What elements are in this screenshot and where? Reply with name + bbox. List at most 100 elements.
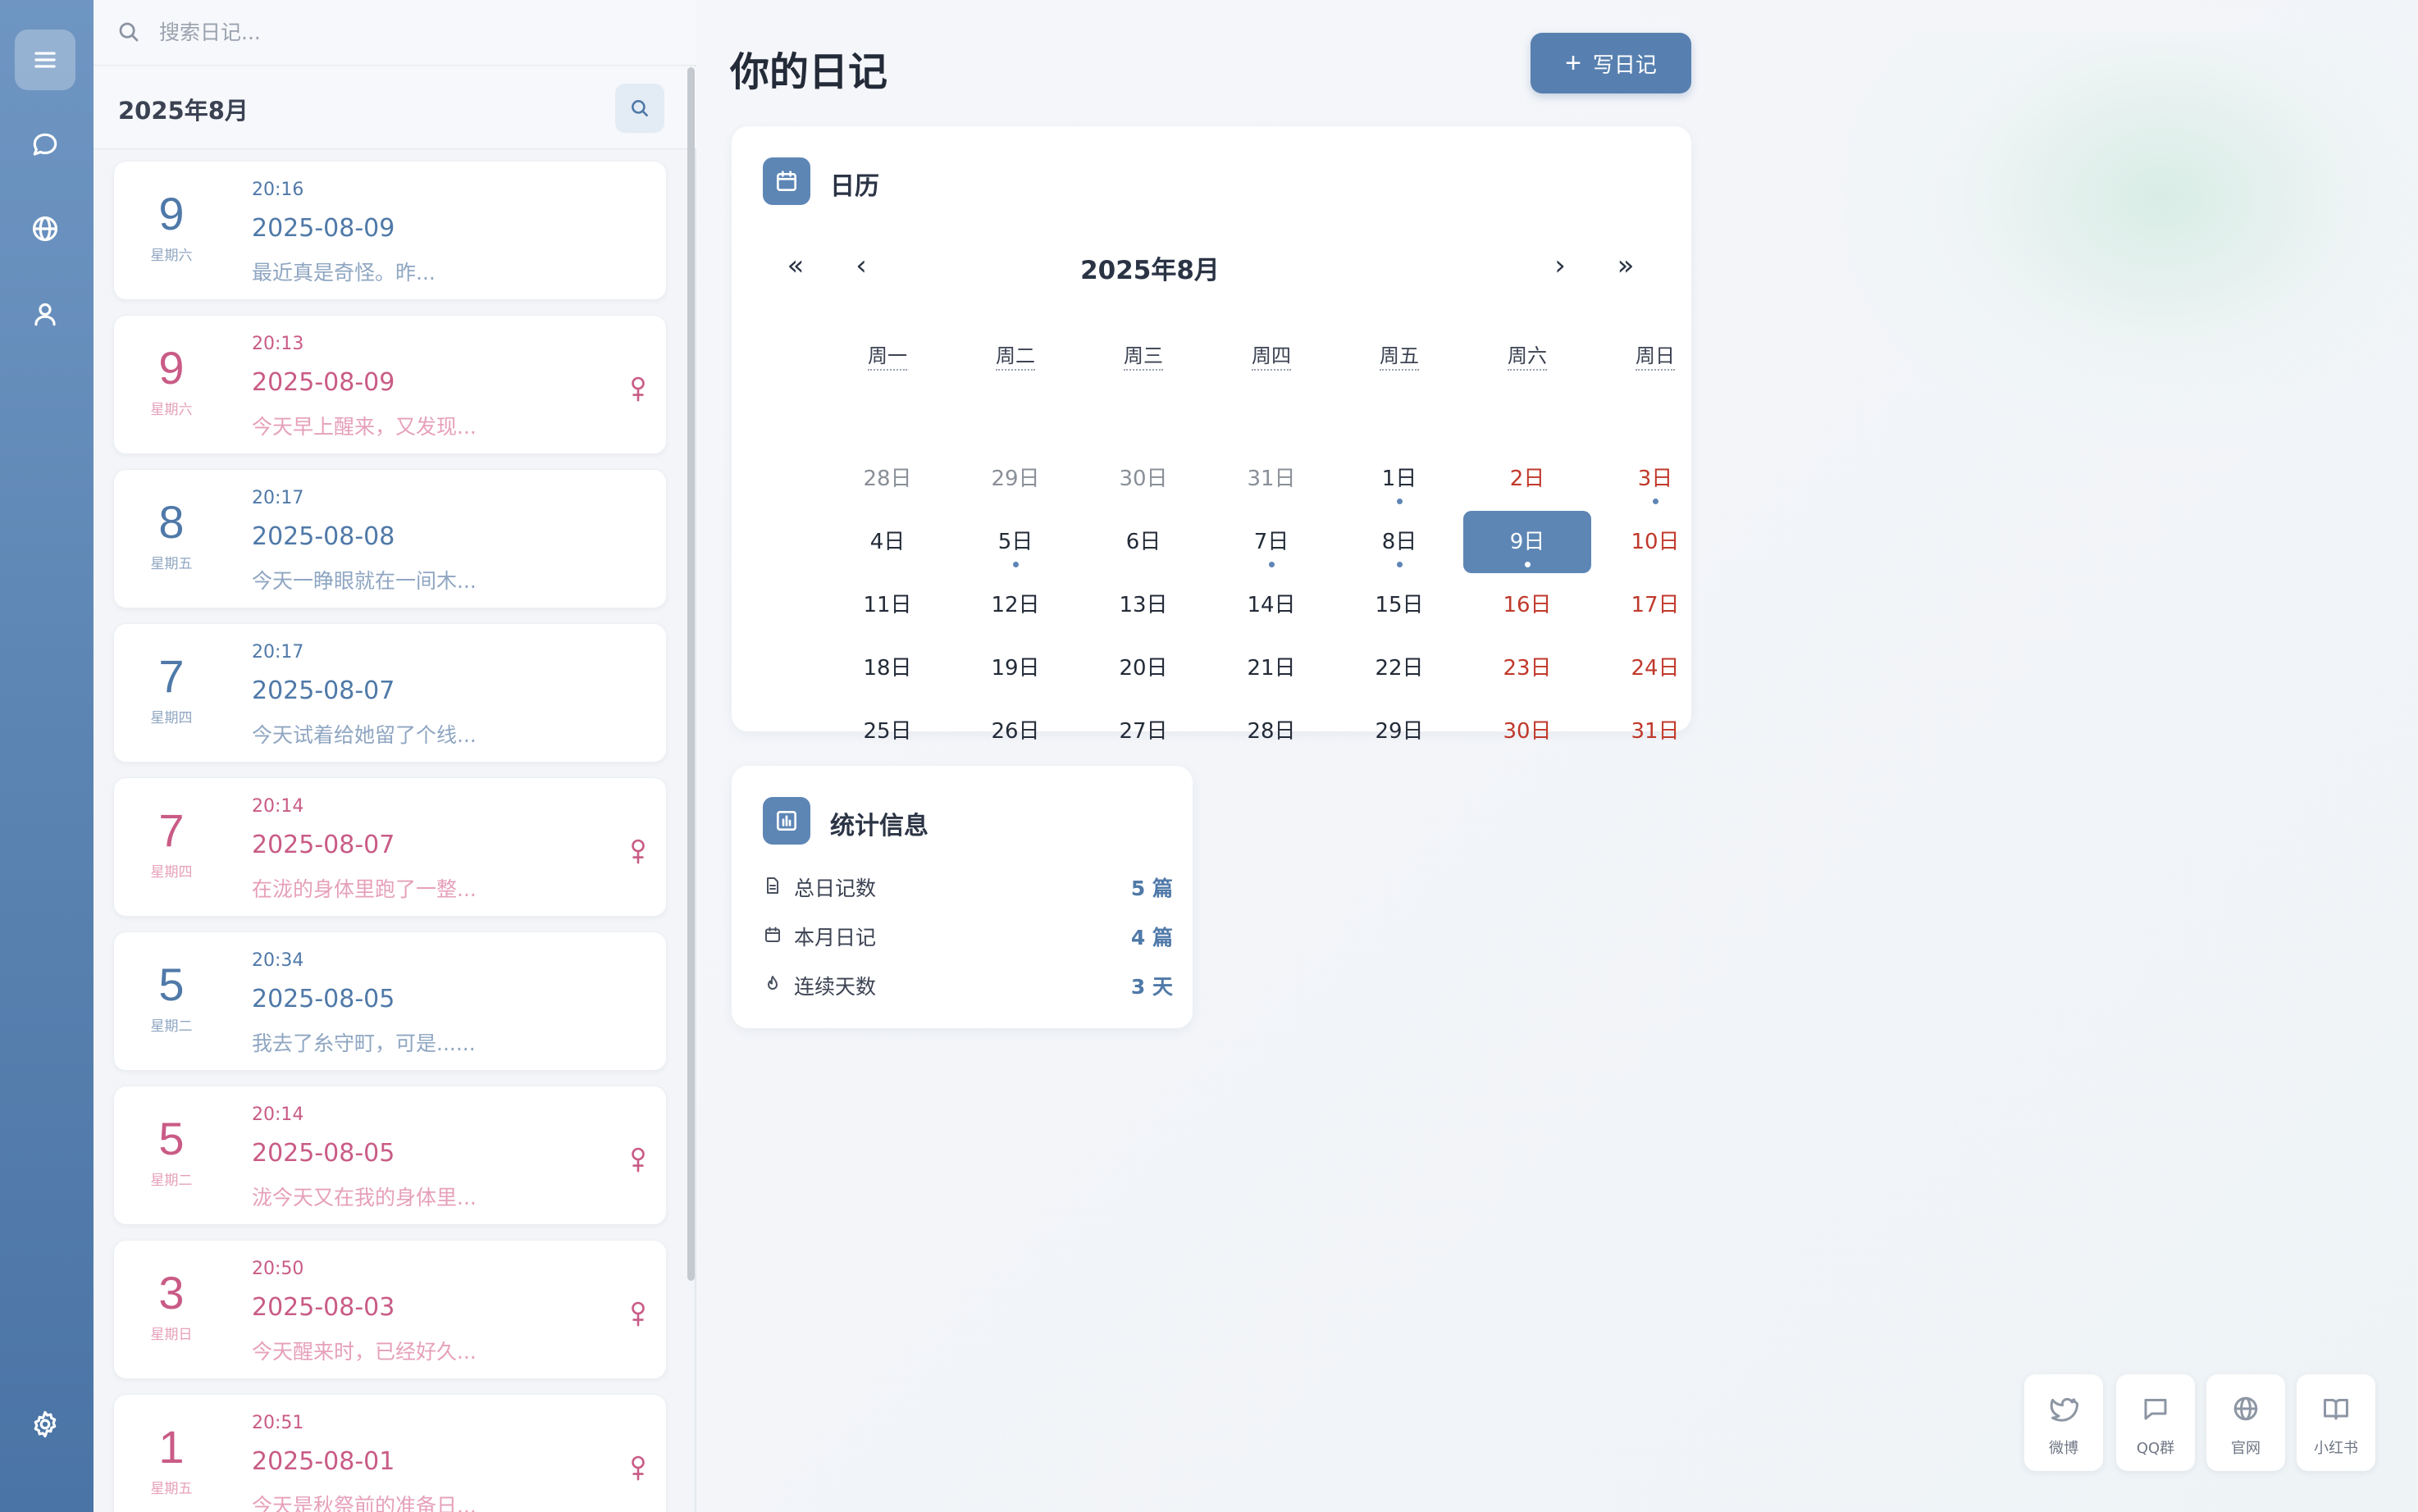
entry-weekday: 星期四 [150,864,193,881]
calendar-day[interactable]: 20日 [1079,637,1207,699]
calendar-day[interactable]: 28日 [823,448,951,510]
entry-date: 2025-08-09 [252,214,395,243]
calendar-day[interactable]: 7日 [1207,511,1335,573]
xiaohongshu-button[interactable]: 小红书 [2297,1374,2375,1471]
social-label: 官网 [2231,1440,2261,1457]
day-label: 24日 [1631,656,1680,681]
calendar-day[interactable]: 31日 [1207,448,1335,510]
day-label: 21日 [1247,656,1296,681]
calendar-badge [763,157,810,205]
calendar-day[interactable]: 21日 [1207,637,1335,699]
calendar-day[interactable]: 15日 [1335,574,1463,636]
calendar-day[interactable]: 16日 [1463,574,1591,636]
day-label: 14日 [1247,593,1296,617]
chat-nav-button[interactable] [15,115,75,175]
entry-time: 20:16 [252,180,304,200]
explore-nav-button[interactable] [15,198,75,259]
calendar-day[interactable]: 8日 [1335,511,1463,573]
stat-label: 连续天数 [794,975,877,999]
entry-day: 7 [158,804,185,856]
stats-badge [763,797,810,845]
diary-entry-card[interactable]: 7 星期四 20:14 2025-08-07 在泷的身体里跑了一整... [113,777,667,917]
female-icon [627,837,649,865]
calendar-day[interactable]: 24日 [1591,637,1719,699]
calendar-day[interactable]: 17日 [1591,574,1719,636]
diary-entry-card[interactable]: 9 星期六 20:16 2025-08-09 最近真是奇怪。昨... [113,161,667,300]
entry-day: 5 [158,959,185,1010]
write-diary-button[interactable]: + 写日记 [1531,33,1691,93]
next-year-button[interactable]: » [1609,249,1642,282]
diary-entry-card[interactable]: 5 星期二 20:34 2025-08-05 我去了糸守町，可是...... [113,931,667,1071]
diary-entry-card[interactable]: 8 星期五 20:17 2025-08-08 今天一睁眼就在一间木... [113,469,667,608]
calendar-day[interactable]: 26日 [951,700,1079,763]
calendar-day[interactable]: 29日 [1335,700,1463,763]
calendar-day[interactable]: 23日 [1463,637,1591,699]
diary-entry-card[interactable]: 9 星期六 20:13 2025-08-09 今天早上醒来，又发现... [113,315,667,454]
calendar-day[interactable]: 13日 [1079,574,1207,636]
day-label: 29日 [991,467,1040,491]
calendar-day[interactable]: 29日 [951,448,1079,510]
book-icon [2324,1399,2348,1420]
stats-card: 统计信息 总日记数 5 篇 本月日记 4 篇 连续天数 3 天 [732,766,1193,1028]
entry-snippet: 在泷的身体里跑了一整... [252,877,477,901]
scrollbar-thumb[interactable] [687,67,695,1281]
settings-button[interactable] [15,1394,75,1455]
calendar-day[interactable]: 22日 [1335,637,1463,699]
entry-time: 20:14 [252,796,304,817]
calendar-day[interactable]: 25日 [823,700,951,763]
entry-weekday: 星期五 [150,1481,193,1497]
diary-entry-card[interactable]: 3 星期日 20:50 2025-08-03 今天醒来时，已经好久... [113,1240,667,1379]
calendar-day[interactable]: 5日 [951,511,1079,573]
entry-dot-indicator [1397,562,1403,567]
entry-date: 2025-08-08 [252,522,395,551]
calendar-day[interactable]: 30日 [1079,448,1207,510]
entry-day: 9 [158,342,185,394]
calendar-day[interactable]: 4日 [823,511,951,573]
entry-weekday: 星期五 [150,556,193,572]
prev-year-button[interactable]: « [779,249,812,282]
calendar-day[interactable]: 2日 [1463,448,1591,510]
diary-entry-card[interactable]: 5 星期二 20:14 2025-08-05 泷今天又在我的身体里... [113,1086,667,1225]
chat-bubble-icon [33,133,57,156]
prev-month-button[interactable]: ‹ [845,249,878,282]
calendar-day[interactable]: 31日 [1591,700,1719,763]
calendar-day[interactable]: 12日 [951,574,1079,636]
calendar-day-selected[interactable]: 9日 [1463,511,1591,573]
calendar-day[interactable]: 28日 [1207,700,1335,763]
calendar-day[interactable]: 11日 [823,574,951,636]
calendar-day[interactable]: 10日 [1591,511,1719,573]
entry-date: 2025-08-03 [252,1293,395,1322]
female-icon [627,1145,649,1173]
weekday-label: 周三 [1124,344,1163,371]
weekday-label: 周六 [1508,344,1547,371]
weibo-button[interactable]: 微博 [2024,1374,2103,1471]
day-label: 31日 [1631,719,1680,744]
profile-nav-button[interactable] [15,284,75,344]
day-label: 3日 [1637,467,1673,491]
page-title: 你的日记 [730,49,888,95]
day-label: 20日 [1119,656,1168,681]
menu-button[interactable] [15,30,75,90]
month-search-button[interactable] [615,84,664,133]
calendar-day[interactable]: 14日 [1207,574,1335,636]
search-bar [94,0,696,66]
next-month-button[interactable]: › [1544,249,1576,282]
day-label: 11日 [863,593,912,617]
weekday-label: 周一 [868,344,907,371]
website-button[interactable]: 官网 [2206,1374,2285,1471]
weekday-header: 周三 [1079,339,1207,371]
search-input[interactable] [159,13,651,51]
calendar-day[interactable]: 3日 [1591,448,1719,510]
calendar-day[interactable]: 27日 [1079,700,1207,763]
diary-entry-card[interactable]: 7 星期四 20:17 2025-08-07 今天试着给她留了个线... [113,623,667,763]
calendar-day[interactable]: 1日 [1335,448,1463,510]
calendar-day[interactable]: 6日 [1079,511,1207,573]
day-label: 30日 [1119,467,1168,491]
diary-entry-card[interactable]: 1 星期五 20:51 2025-08-01 今天是秋祭前的准备日... [113,1394,667,1512]
qq-group-button[interactable]: QQ群 [2116,1374,2195,1471]
entry-day: 1 [158,1421,185,1473]
calendar-day[interactable]: 18日 [823,637,951,699]
calendar-day[interactable]: 30日 [1463,700,1591,763]
day-label: 2日 [1509,467,1545,491]
calendar-day[interactable]: 19日 [951,637,1079,699]
